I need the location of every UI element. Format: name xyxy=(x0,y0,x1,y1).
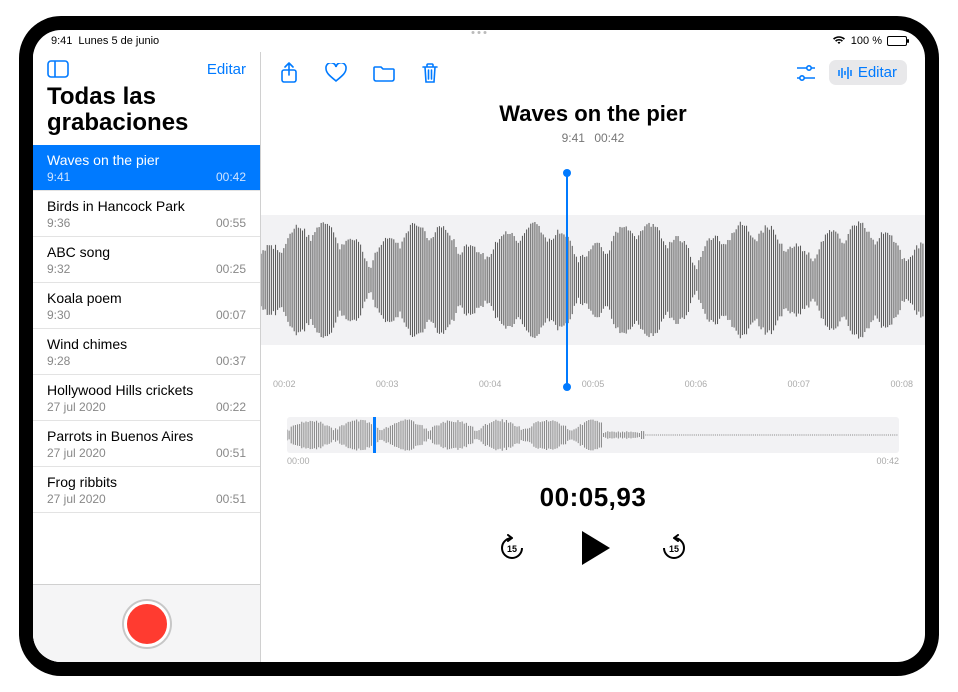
recording-item-title: Frog ribbits xyxy=(47,474,246,490)
recording-subinfo: 9:41 00:42 xyxy=(261,131,925,145)
recording-item-title: ABC song xyxy=(47,244,246,260)
recordings-list: Waves on the pier 9:41 00:42 Birds in Ha… xyxy=(33,145,260,584)
ruler-tick: 00:06 xyxy=(685,379,708,395)
ruler-tick: 00:08 xyxy=(890,379,913,395)
multitask-indicator[interactable] xyxy=(472,31,487,34)
recording-item-duration: 00:37 xyxy=(216,354,246,368)
edit-recording-button[interactable]: Editar xyxy=(829,60,907,85)
recording-item-duration: 00:51 xyxy=(216,492,246,506)
recording-item-title: Birds in Hancock Park xyxy=(47,198,246,214)
recording-time: 9:41 xyxy=(562,131,585,145)
ruler-tick: 00:05 xyxy=(582,379,605,395)
overview-playhead[interactable] xyxy=(373,417,376,453)
ruler-tick: 00:07 xyxy=(788,379,811,395)
recording-item-duration: 00:22 xyxy=(216,400,246,414)
recording-duration: 00:42 xyxy=(594,131,624,145)
recording-item-duration: 00:55 xyxy=(216,216,246,230)
playback-controls: 15 15 xyxy=(261,531,925,565)
playhead[interactable] xyxy=(566,173,568,387)
time-ruler: 00:02 00:03 00:04 00:05 00:06 00:07 00:08 xyxy=(261,379,925,395)
recording-item-title: Hollywood Hills crickets xyxy=(47,382,246,398)
svg-text:15: 15 xyxy=(669,544,679,554)
overview-end: 00:42 xyxy=(876,456,899,466)
record-footer xyxy=(33,584,260,662)
recording-item[interactable]: ABC song 9:32 00:25 xyxy=(33,237,260,283)
ruler-tick: 00:03 xyxy=(376,379,399,395)
recording-item-title: Parrots in Buenos Aires xyxy=(47,428,246,444)
skip-back-button[interactable]: 15 xyxy=(498,534,526,562)
sidebar-edit-button[interactable]: Editar xyxy=(207,61,246,78)
recording-item-time: 27 jul 2020 xyxy=(47,446,106,460)
share-icon[interactable] xyxy=(279,62,299,84)
recording-item-time: 9:41 xyxy=(47,170,70,184)
trash-icon[interactable] xyxy=(421,62,439,84)
waveform xyxy=(261,215,925,345)
ruler-tick: 00:04 xyxy=(479,379,502,395)
overview-scrubber[interactable]: 00:00 00:42 xyxy=(287,417,899,466)
recording-item-duration: 00:07 xyxy=(216,308,246,322)
recording-item-time: 27 jul 2020 xyxy=(47,492,106,506)
folder-icon[interactable] xyxy=(373,64,395,82)
sidebar-toggle-icon[interactable] xyxy=(47,60,69,78)
playback-time: 00:05,93 xyxy=(261,482,925,513)
recording-item-duration: 00:25 xyxy=(216,262,246,276)
sidebar: Editar Todas las grabaciones Waves on th… xyxy=(33,52,261,662)
recording-item-duration: 00:51 xyxy=(216,446,246,460)
settings-sliders-icon[interactable] xyxy=(795,64,817,82)
recording-item[interactable]: Frog ribbits 27 jul 2020 00:51 xyxy=(33,467,260,513)
recording-item[interactable]: Hollywood Hills crickets 27 jul 2020 00:… xyxy=(33,375,260,421)
recording-item-time: 9:36 xyxy=(47,216,70,230)
status-date: Lunes 5 de junio xyxy=(78,35,159,47)
battery-percent: 100 % xyxy=(851,35,882,47)
recording-item[interactable]: Birds in Hancock Park 9:36 00:55 xyxy=(33,191,260,237)
waveform-icon xyxy=(837,66,853,80)
waveform-editor[interactable]: 00:02 00:03 00:04 00:05 00:06 00:07 00:08 xyxy=(261,165,925,395)
favorite-icon[interactable] xyxy=(325,63,347,83)
recording-item[interactable]: Wind chimes 9:28 00:37 xyxy=(33,329,260,375)
recording-item-time: 9:32 xyxy=(47,262,70,276)
skip-forward-button[interactable]: 15 xyxy=(660,534,688,562)
status-time: 9:41 xyxy=(51,35,72,47)
sidebar-title: Todas las grabaciones xyxy=(33,82,260,145)
detail-pane: Editar Waves on the pier 9:41 00:42 00:0… xyxy=(261,52,925,662)
battery-icon xyxy=(887,36,907,46)
svg-text:15: 15 xyxy=(507,544,517,554)
overview-waveform xyxy=(287,417,899,453)
ruler-tick: 00:02 xyxy=(273,379,296,395)
recording-item[interactable]: Koala poem 9:30 00:07 xyxy=(33,283,260,329)
edit-recording-label: Editar xyxy=(858,64,897,81)
recording-item-title: Waves on the pier xyxy=(47,152,246,168)
record-button[interactable] xyxy=(124,601,170,647)
wifi-icon xyxy=(832,35,846,48)
recording-item-time: 27 jul 2020 xyxy=(47,400,106,414)
overview-start: 00:00 xyxy=(287,456,310,466)
recording-item-duration: 00:42 xyxy=(216,170,246,184)
play-button[interactable] xyxy=(576,531,610,565)
recording-item[interactable]: Parrots in Buenos Aires 27 jul 2020 00:5… xyxy=(33,421,260,467)
recording-title[interactable]: Waves on the pier xyxy=(261,101,925,127)
recording-item[interactable]: Waves on the pier 9:41 00:42 xyxy=(33,145,260,191)
recording-item-time: 9:30 xyxy=(47,308,70,322)
recording-item-title: Wind chimes xyxy=(47,336,246,352)
recording-item-time: 9:28 xyxy=(47,354,70,368)
recording-item-title: Koala poem xyxy=(47,290,246,306)
